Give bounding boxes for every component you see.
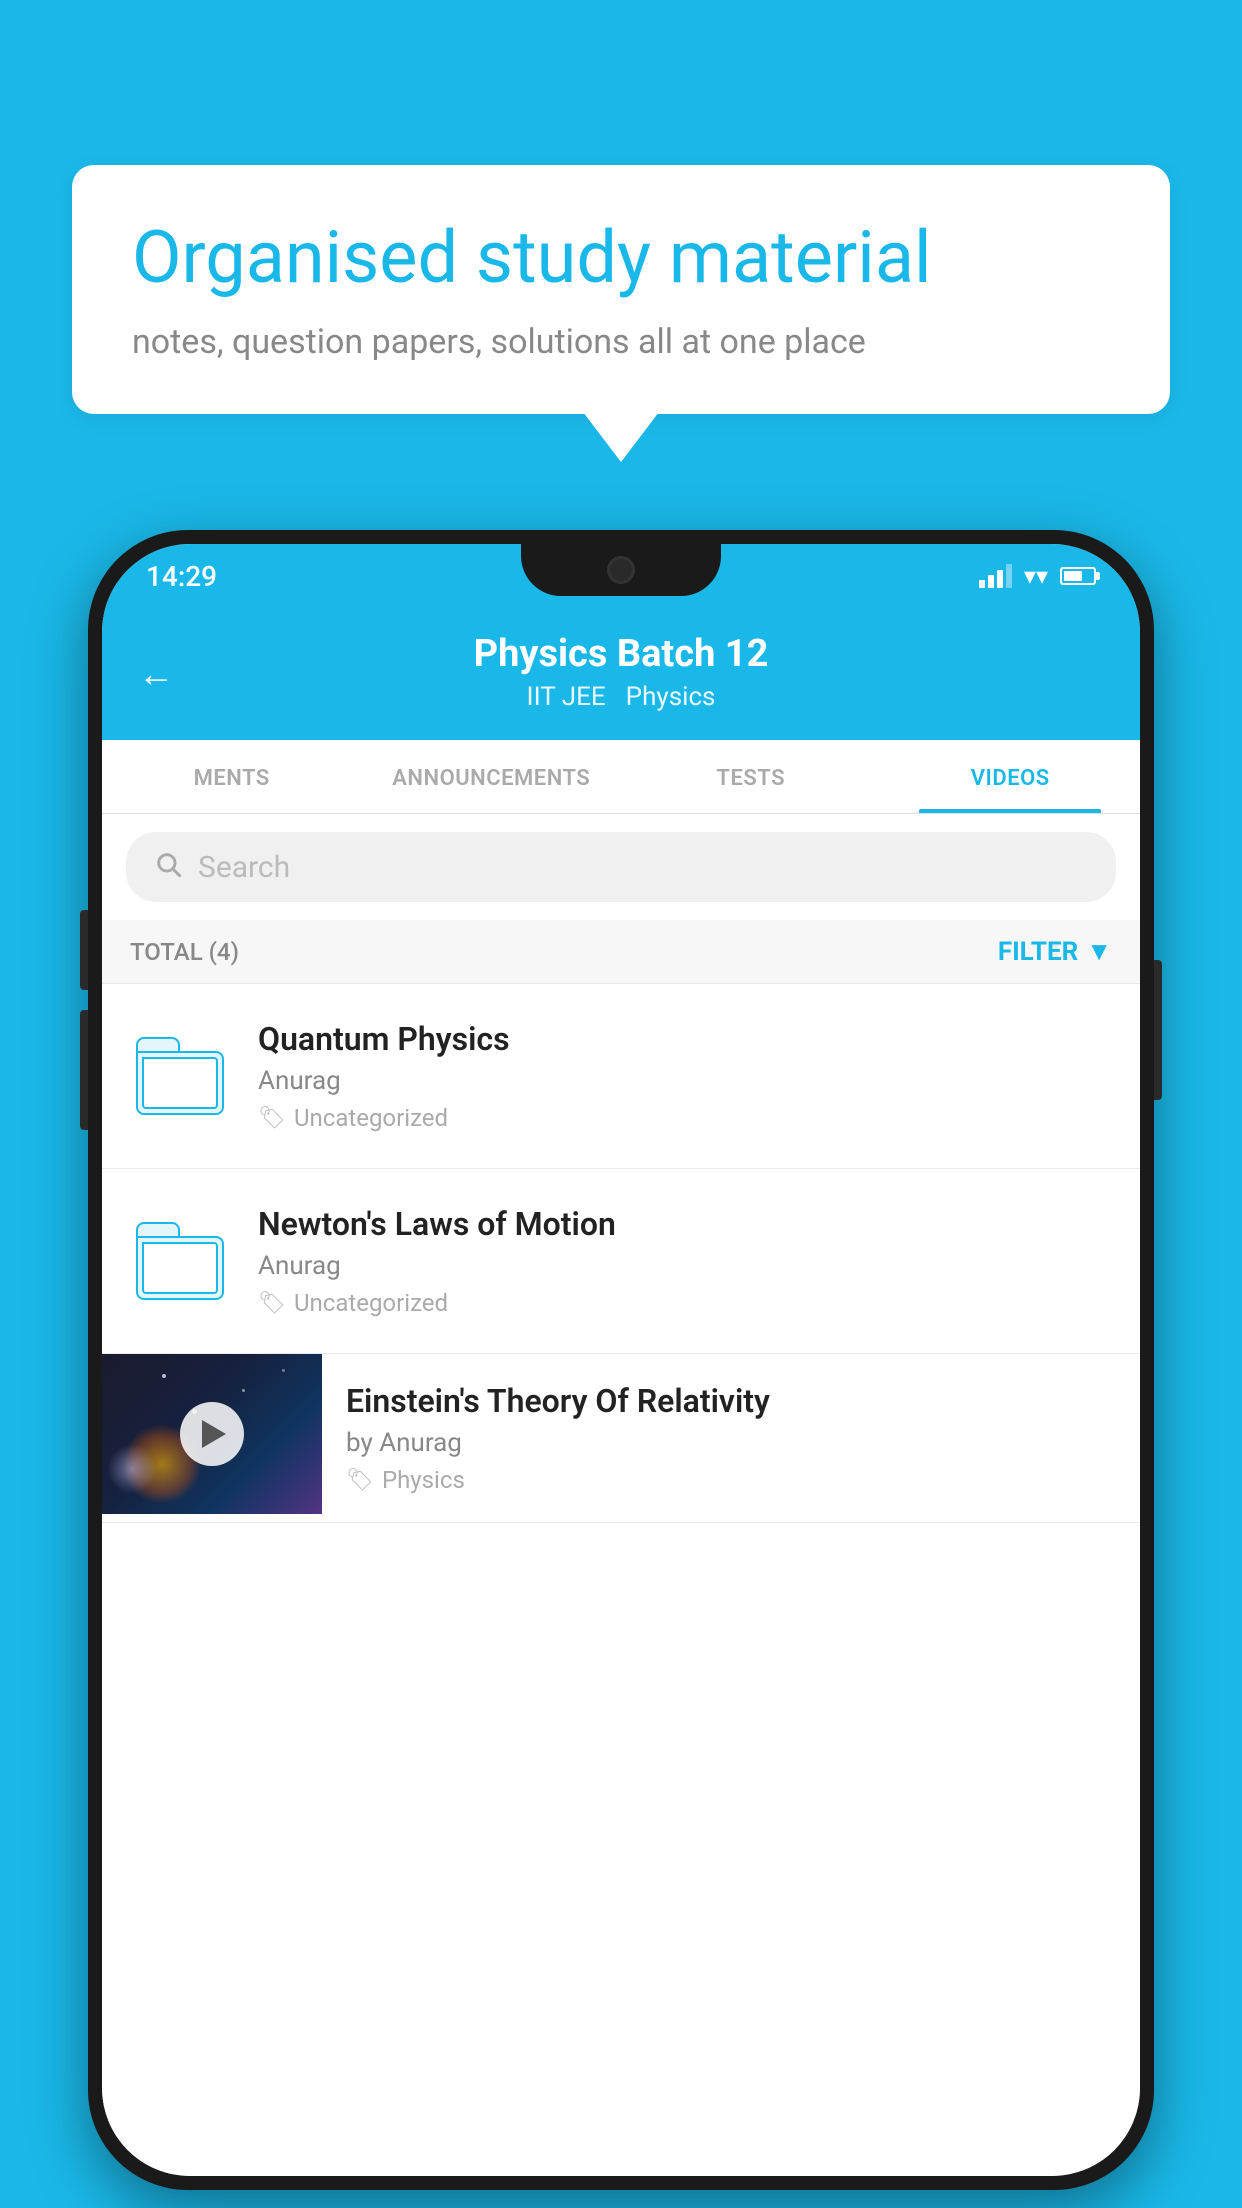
video-author: by Anurag bbox=[346, 1428, 1116, 1458]
item-author: Anurag bbox=[258, 1251, 1112, 1281]
filter-button[interactable]: FILTER ▼ bbox=[998, 936, 1112, 967]
tag-icon: 🏷 bbox=[346, 1468, 374, 1493]
tab-announcements[interactable]: ANNOUNCEMENTS bbox=[362, 740, 622, 813]
search-placeholder: Search bbox=[198, 850, 290, 885]
list-item-video[interactable]: Einstein's Theory Of Relativity by Anura… bbox=[102, 1354, 1140, 1523]
phone-screen: 14:29 ▾▾ ← Physics Batch 12 IIT JEE bbox=[102, 544, 1140, 2176]
tag-icon: 🏷 bbox=[258, 1106, 286, 1131]
video-info-einstein: Einstein's Theory Of Relativity by Anura… bbox=[322, 1354, 1140, 1522]
speech-bubble-card: Organised study material notes, question… bbox=[72, 165, 1170, 414]
search-icon bbox=[154, 848, 182, 886]
tag-icon: 🏷 bbox=[258, 1291, 286, 1316]
content-list: Quantum Physics Anurag 🏷 Uncategorized bbox=[102, 984, 1140, 2176]
wifi-icon: ▾▾ bbox=[1024, 562, 1048, 590]
phone-camera bbox=[607, 556, 635, 584]
filter-icon: ▼ bbox=[1086, 936, 1112, 967]
tag-label: Physics bbox=[382, 1466, 465, 1494]
filter-row: TOTAL (4) FILTER ▼ bbox=[102, 920, 1140, 984]
folder-icon-quantum bbox=[130, 1026, 230, 1126]
batch-subject: Physics bbox=[626, 682, 716, 712]
item-author: Anurag bbox=[258, 1066, 1112, 1096]
status-time: 14:29 bbox=[146, 560, 217, 593]
phone-button-left2 bbox=[80, 1010, 88, 1130]
signal-icon bbox=[979, 564, 1012, 588]
item-info-quantum: Quantum Physics Anurag 🏷 Uncategorized bbox=[258, 1020, 1112, 1132]
back-button[interactable]: ← bbox=[138, 653, 174, 695]
phone-button-right bbox=[1154, 960, 1162, 1100]
batch-subtitle: IIT JEE Physics bbox=[527, 682, 716, 712]
tag-label: Uncategorized bbox=[294, 1289, 448, 1317]
battery-fill bbox=[1064, 571, 1082, 581]
filter-label: FILTER bbox=[998, 937, 1078, 967]
item-tag: 🏷 Uncategorized bbox=[258, 1289, 1112, 1317]
batch-category: IIT JEE bbox=[527, 682, 606, 712]
tab-ments[interactable]: MENTS bbox=[102, 740, 362, 813]
video-tag: 🏷 Physics bbox=[346, 1466, 1116, 1494]
video-thumbnail bbox=[102, 1354, 322, 1514]
app-header: ← Physics Batch 12 IIT JEE Physics bbox=[102, 608, 1140, 740]
phone-button-left bbox=[80, 910, 88, 990]
search-container: Search bbox=[102, 814, 1140, 920]
tag-label: Uncategorized bbox=[294, 1104, 448, 1132]
tabs-bar: MENTS ANNOUNCEMENTS TESTS VIDEOS bbox=[102, 740, 1140, 814]
item-title: Newton's Laws of Motion bbox=[258, 1205, 1112, 1243]
speech-bubble-subtitle: notes, question papers, solutions all at… bbox=[132, 322, 1110, 362]
folder-icon-newton bbox=[130, 1211, 230, 1311]
item-title: Quantum Physics bbox=[258, 1020, 1112, 1058]
total-count: TOTAL (4) bbox=[130, 938, 239, 966]
list-item[interactable]: Quantum Physics Anurag 🏷 Uncategorized bbox=[102, 984, 1140, 1169]
phone-wrapper: 14:29 ▾▾ ← Physics Batch 12 IIT JEE bbox=[88, 530, 1154, 2190]
tab-tests[interactable]: TESTS bbox=[621, 740, 881, 813]
batch-title: Physics Batch 12 bbox=[474, 632, 769, 676]
phone-notch bbox=[521, 544, 721, 596]
item-tag: 🏷 Uncategorized bbox=[258, 1104, 1112, 1132]
play-triangle-icon bbox=[202, 1420, 226, 1448]
status-icons: ▾▾ bbox=[979, 562, 1096, 590]
phone-device: 14:29 ▾▾ ← Physics Batch 12 IIT JEE bbox=[88, 530, 1154, 2190]
video-title: Einstein's Theory Of Relativity bbox=[346, 1382, 1116, 1420]
tab-videos[interactable]: VIDEOS bbox=[881, 740, 1141, 813]
battery-icon bbox=[1060, 567, 1096, 585]
list-item[interactable]: Newton's Laws of Motion Anurag 🏷 Uncateg… bbox=[102, 1169, 1140, 1354]
item-info-newton: Newton's Laws of Motion Anurag 🏷 Uncateg… bbox=[258, 1205, 1112, 1317]
play-button[interactable] bbox=[180, 1402, 244, 1466]
speech-bubble-title: Organised study material bbox=[132, 217, 1110, 300]
search-box[interactable]: Search bbox=[126, 832, 1116, 902]
